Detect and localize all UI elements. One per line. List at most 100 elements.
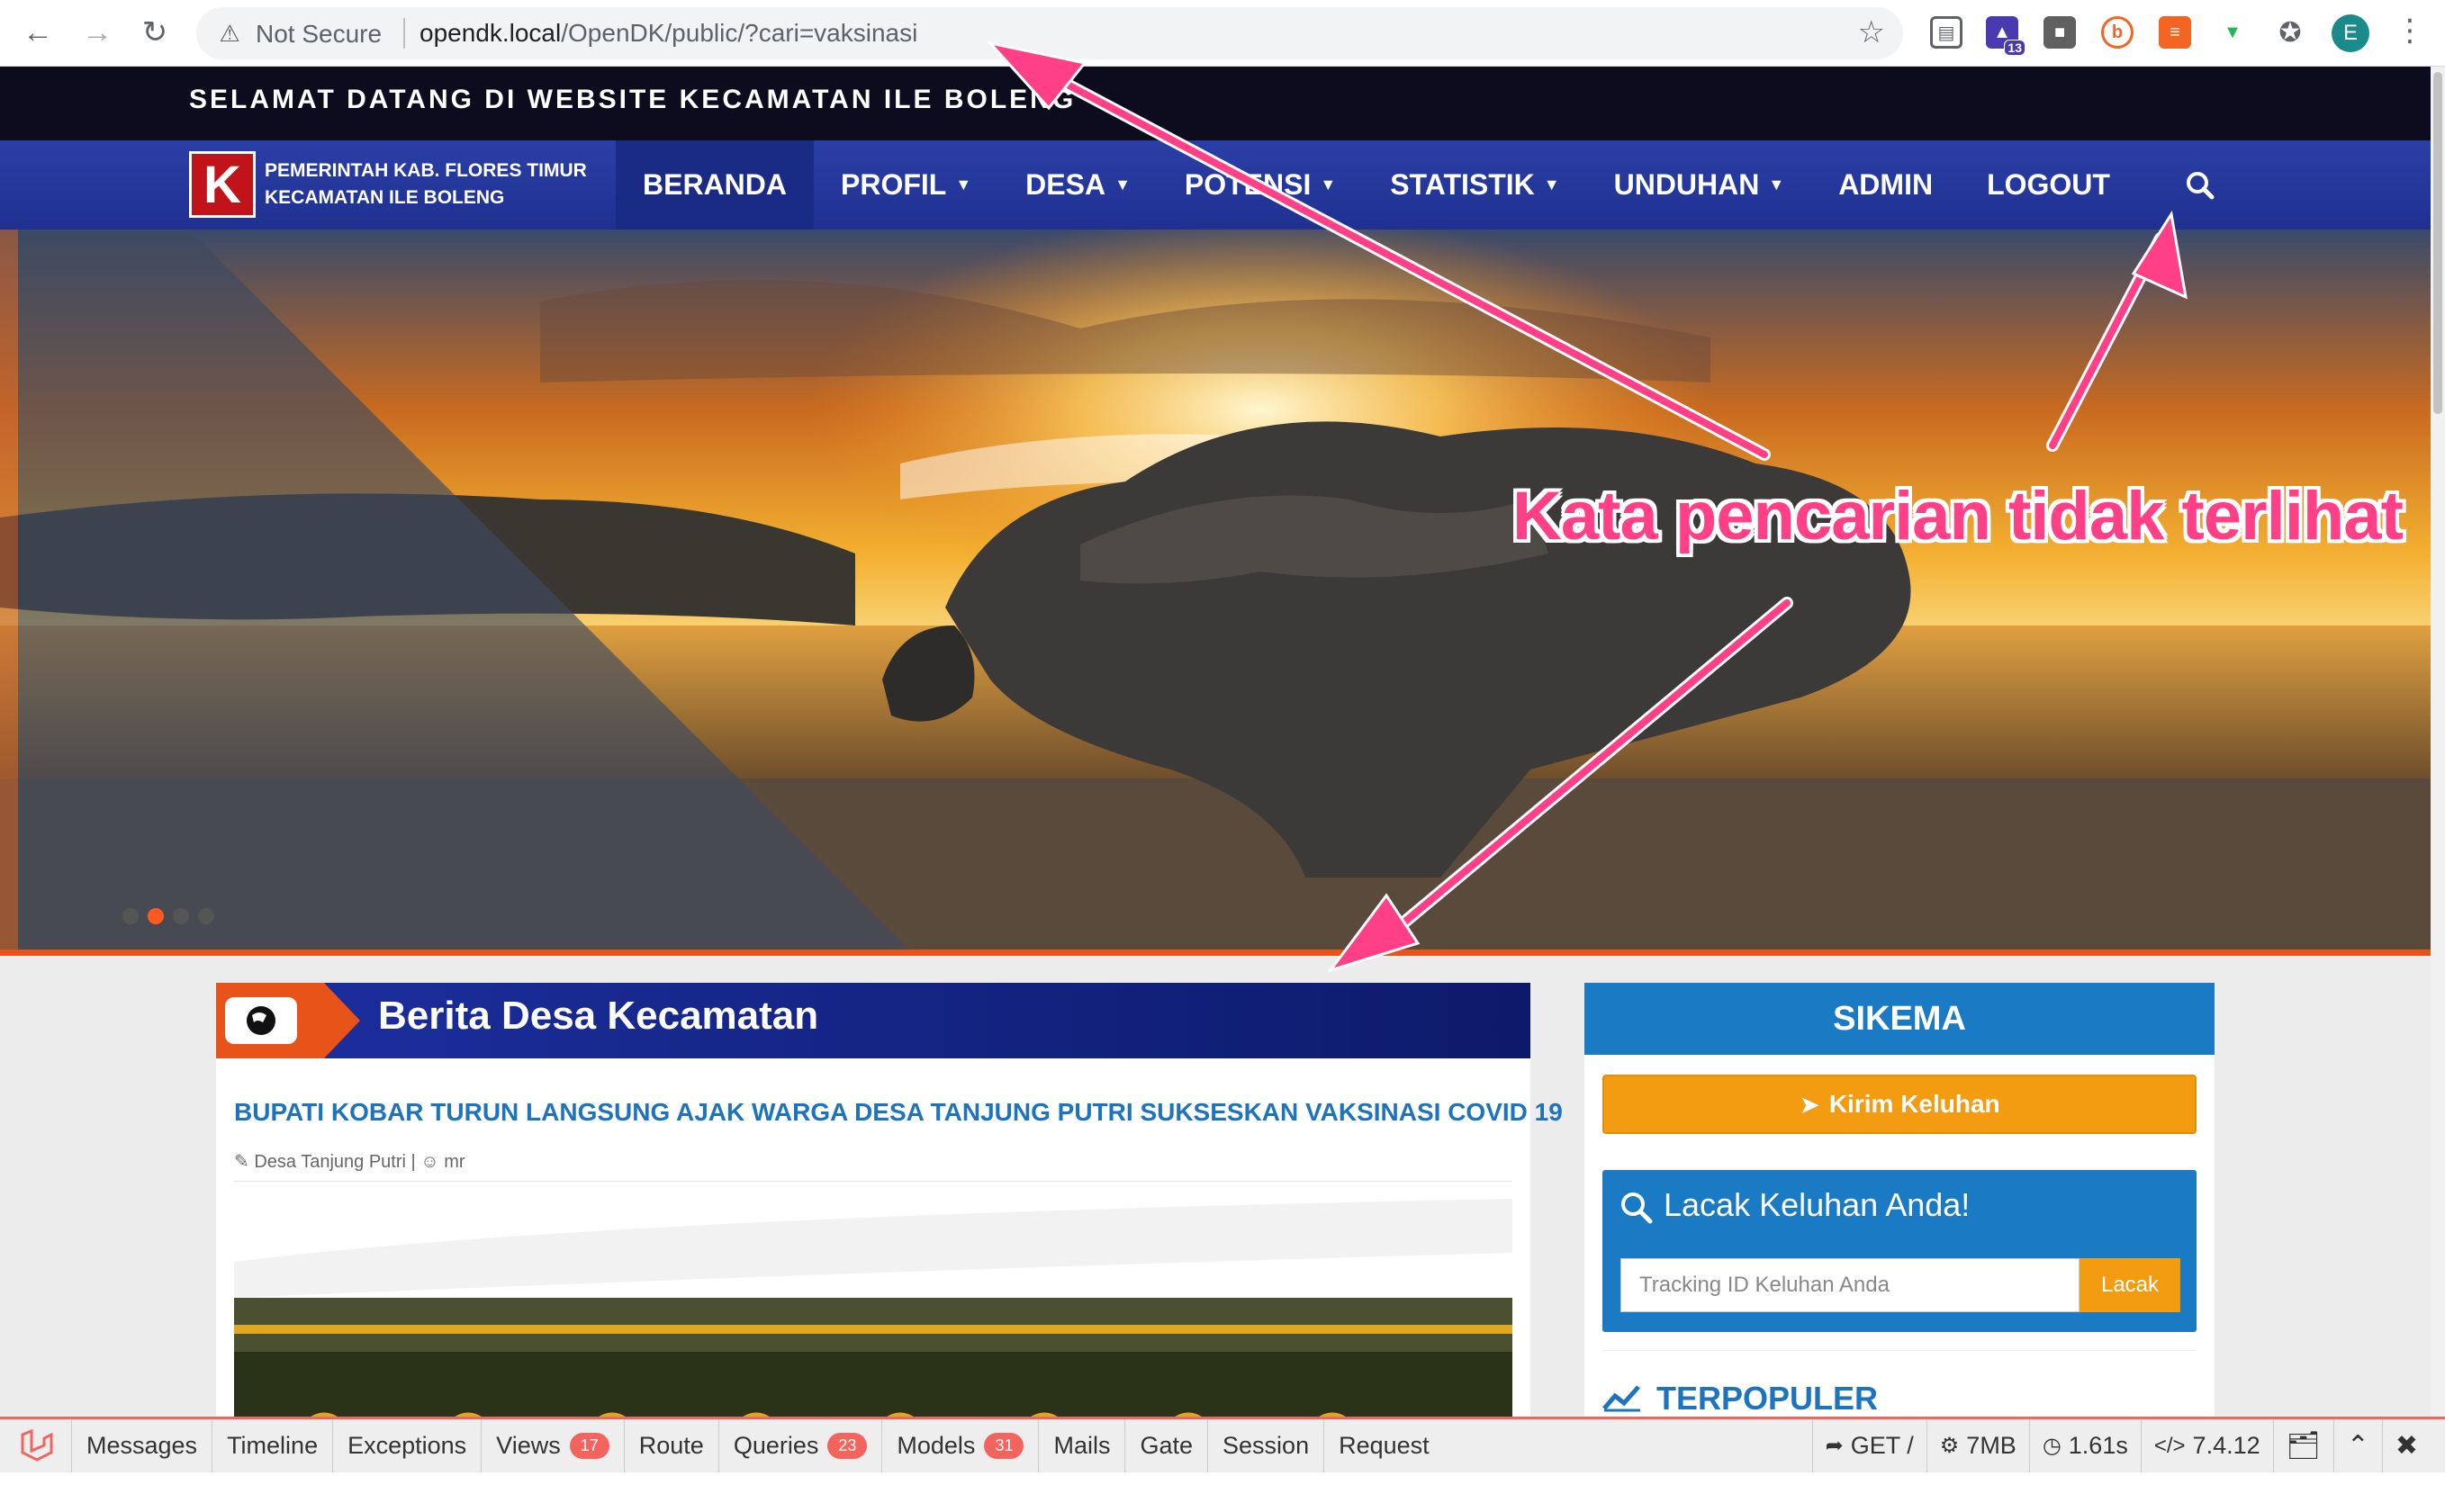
debug-tab-session[interactable]: Session: [1208, 1419, 1325, 1472]
debug-tab-models[interactable]: Models 31: [882, 1419, 1040, 1472]
tab-label: Models: [897, 1432, 976, 1459]
user-icon: ☺: [420, 1152, 439, 1172]
forward-icon[interactable]: →: [77, 13, 117, 52]
lacak-button[interactable]: Lacak: [2080, 1258, 2180, 1312]
nav-item-admin[interactable]: ADMIN: [1811, 140, 1960, 230]
kebab-menu-icon[interactable]: ⋮: [2395, 13, 2425, 49]
browser-toolbar: ← → ↻ ⚠ Not Secure opendk.local/OpenDK/p…: [0, 0, 2445, 67]
news-header: Berita Desa Kecamatan: [216, 983, 1530, 1058]
url-text[interactable]: opendk.local/OpenDK/public/?cari=vaksina…: [420, 19, 917, 48]
laravel-logo-icon[interactable]: [0, 1419, 72, 1472]
debug-tab-messages[interactable]: Messages: [72, 1419, 213, 1472]
main-navigation: K PEMERINTAH KAB. FLORES TIMUR KECAMATAN…: [0, 140, 2431, 230]
rss-icon[interactable]: ≡: [2159, 16, 2191, 49]
tab-label: Session: [1222, 1432, 1310, 1459]
content-area: Berita Desa Kecamatan BUPATI KOBAR TURUN…: [0, 956, 2431, 1442]
globe-icon: [216, 983, 360, 1058]
kirim-keluhan-button[interactable]: ➤ Kirim Keluhan: [1602, 1075, 2197, 1134]
terpopuler-title: TERPOPULER: [1656, 1380, 1879, 1417]
close-icon[interactable]: ✖: [2381, 1419, 2445, 1472]
tab-label: Exceptions: [347, 1432, 467, 1459]
slider-dot[interactable]: [173, 908, 189, 924]
hero-slider[interactable]: [0, 230, 2431, 950]
omnibox-separator: [403, 18, 405, 49]
nav-item-statistik[interactable]: STATISTIK ▼: [1363, 140, 1586, 230]
debug-tab-gate[interactable]: Gate: [1125, 1419, 1209, 1472]
article-author[interactable]: mr: [444, 1152, 465, 1172]
window-bottom: [0, 1472, 2445, 1512]
star-icon[interactable]: ☆: [1858, 14, 1885, 50]
debug-tab-request[interactable]: Request: [1324, 1419, 1444, 1472]
sidebar: SIKEMA ➤ Kirim Keluhan Lacak Keluhan And…: [1584, 983, 2215, 1433]
reload-icon[interactable]: ↻: [135, 13, 175, 52]
folder-open-icon[interactable]: 🗂: [2272, 1419, 2333, 1472]
cogs-icon: ⚙: [1939, 1434, 1960, 1458]
nav-item-logout[interactable]: LOGOUT: [1960, 140, 2137, 230]
nav-item-unduhan[interactable]: UNDUHAN ▼: [1587, 140, 1812, 230]
search-icon: [1621, 1192, 1653, 1224]
debug-tab-timeline[interactable]: Timeline: [212, 1419, 334, 1472]
graduation-extension-icon[interactable]: ▲ 13: [1986, 16, 2025, 56]
site-brand[interactable]: K PEMERINTAH KAB. FLORES TIMUR KECAMATAN…: [189, 149, 587, 220]
shield-extension-icon[interactable]: ▼: [2216, 16, 2249, 49]
memory-value: 7MB: [1966, 1432, 2016, 1459]
debug-tab-route[interactable]: Route: [625, 1419, 719, 1472]
slider-dot[interactable]: [198, 908, 214, 924]
caret-down-icon: ▼: [1320, 176, 1337, 194]
nav-label: BERANDA: [643, 168, 787, 201]
back-icon[interactable]: ←: [18, 13, 58, 52]
request-method[interactable]: ➦ GET /: [1811, 1419, 1926, 1472]
nav-label: LOGOUT: [1987, 168, 2110, 201]
news-section: Berita Desa Kecamatan BUPATI KOBAR TURUN…: [216, 983, 1563, 1442]
tab-label: Views: [496, 1432, 561, 1459]
nav-item-beranda[interactable]: BERANDA: [616, 140, 814, 230]
nav-label: PROFIL: [841, 168, 947, 201]
paper-plane-icon: ➤: [1799, 1090, 1820, 1119]
brand-text: PEMERINTAH KAB. FLORES TIMUR KECAMATAN I…: [265, 158, 587, 212]
article-title-link[interactable]: BUPATI KOBAR TURUN LANGSUNG AJAK WARGA D…: [234, 1098, 1563, 1127]
nav-label: ADMIN: [1838, 168, 1934, 201]
share-icon: ➦: [1825, 1434, 1844, 1458]
reader-extension-icon[interactable]: ▤: [1930, 16, 1962, 49]
hero-image: [0, 230, 2431, 950]
slider-dot[interactable]: [122, 908, 139, 924]
scrollbar-thumb[interactable]: [2433, 72, 2442, 414]
lacak-keluhan-box: Lacak Keluhan Anda! Tracking ID Keluhan …: [1602, 1170, 2197, 1332]
method-value: GET /: [1850, 1432, 1914, 1459]
tab-label: Request: [1339, 1432, 1430, 1459]
nav-label: STATISTIK: [1390, 168, 1535, 201]
not-secure-label[interactable]: Not Secure: [256, 20, 382, 49]
caret-down-icon: ▼: [1543, 176, 1560, 194]
debug-tab-views[interactable]: Views 17: [482, 1419, 625, 1472]
php-version: </> 7.4.12: [2140, 1419, 2273, 1472]
debug-tab-exceptions[interactable]: Exceptions: [333, 1419, 483, 1472]
search-icon[interactable]: [2179, 164, 2222, 207]
nav-item-potensi[interactable]: POTENSI ▼: [1158, 140, 1363, 230]
views-count-badge: 17: [569, 1433, 609, 1459]
url-path: /OpenDK/public/?cari=vaksinasi: [561, 19, 918, 47]
hero-accent-line: [0, 950, 2431, 956]
divider: [234, 1181, 1512, 1182]
b-extension-icon[interactable]: b: [2101, 16, 2134, 49]
lacak-title: Lacak Keluhan Anda!: [1664, 1186, 1971, 1223]
article-image[interactable]: [234, 1199, 1512, 1442]
square-extension-icon[interactable]: ■: [2044, 16, 2076, 49]
trend-chart-icon: [1602, 1385, 1640, 1412]
debug-tab-mails[interactable]: Mails: [1039, 1419, 1126, 1472]
debugbar-status: ➦ GET / ⚙ 7MB ◷ 1.61s </> 7.4.12 🗂 ⌃ ✖: [1811, 1419, 2445, 1472]
extensions-icon[interactable]: ✪: [2274, 16, 2306, 49]
php-version-value: 7.4.12: [2192, 1432, 2260, 1459]
slider-dot-active[interactable]: [148, 908, 164, 924]
address-bar[interactable]: ⚠ Not Secure opendk.local/OpenDK/public/…: [196, 7, 1903, 59]
nav-item-desa[interactable]: DESA ▼: [998, 140, 1158, 230]
tracking-id-input[interactable]: Tracking ID Keluhan Anda: [1620, 1258, 2080, 1312]
chevron-up-icon[interactable]: ⌃: [2332, 1419, 2382, 1472]
article-village[interactable]: Desa Tanjung Putri: [254, 1152, 406, 1172]
profile-avatar[interactable]: E: [2332, 14, 2369, 52]
meta-separator: |: [411, 1152, 421, 1172]
annotation-caption: Kata pencarian tidak terlihat: [1512, 478, 2404, 554]
extension-badge: 13: [2004, 40, 2025, 56]
debug-tab-queries[interactable]: Queries 23: [719, 1419, 883, 1472]
tab-label: Route: [638, 1432, 704, 1459]
nav-item-profil[interactable]: PROFIL ▼: [814, 140, 998, 230]
